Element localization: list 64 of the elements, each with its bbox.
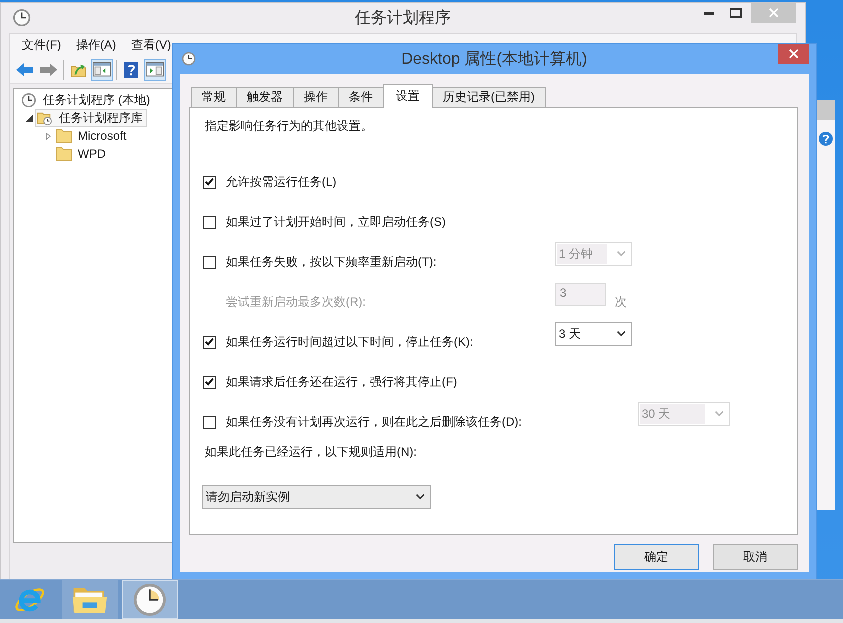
field-label: 尝试重新启动最多次数(R): <box>226 294 367 310</box>
maximize-icon <box>730 8 742 18</box>
checkbox-label[interactable]: 允许按需运行任务(L) <box>226 174 555 190</box>
checkbox[interactable] <box>203 216 216 228</box>
tab[interactable]: 条件 <box>338 87 384 107</box>
tab[interactable]: 历史记录(已禁用) <box>432 87 546 107</box>
tree-item[interactable]: 任务计划程序库 <box>35 109 147 127</box>
unit-label: 次 <box>615 294 627 310</box>
tree-item[interactable]: Microsoft <box>54 127 131 145</box>
panel-icon <box>146 62 164 77</box>
dialog-button[interactable]: 取消 <box>713 544 798 570</box>
dropdown[interactable]: 3 天 <box>555 322 632 346</box>
checkbox-label[interactable]: 如果过了计划开始时间，立即启动任务(S) <box>226 214 555 230</box>
checkmark-icon <box>205 178 214 186</box>
checkmark-icon <box>205 338 214 346</box>
clock-icon <box>13 9 31 27</box>
tree-item[interactable]: WPD <box>54 145 110 163</box>
help-icon <box>124 62 138 78</box>
checkbox[interactable] <box>203 256 216 268</box>
dialog-button[interactable]: 确定 <box>614 544 699 570</box>
tab[interactable]: 设置 <box>383 84 433 108</box>
chevron-down-icon <box>416 494 425 500</box>
chevron-down-icon <box>715 411 724 417</box>
clock-icon <box>182 52 196 66</box>
taskbar-button[interactable] <box>122 580 178 619</box>
forward-arrow-icon <box>40 62 58 76</box>
window-title: 任务计划程序 <box>355 8 451 28</box>
checkbox-label[interactable]: 如果任务运行时间超过以下时间，停止任务(K): <box>226 334 555 350</box>
clock-icon <box>21 92 37 108</box>
checkbox[interactable] <box>203 176 216 188</box>
checkbox-label[interactable]: 如果任务没有计划再次运行，则在此之后删除该任务(D): <box>226 414 555 430</box>
toolbar-button[interactable] <box>144 58 166 80</box>
panel-icon <box>93 62 111 77</box>
menu-item[interactable]: 文件(F) <box>22 36 62 54</box>
folder-clock-icon <box>37 110 53 126</box>
checkbox-label[interactable]: 如果请求后任务还在运行，强行将其停止(F) <box>226 374 555 390</box>
checkbox-label[interactable]: 如果任务失败，按以下频率重新启动(T): <box>226 254 555 270</box>
close-icon <box>788 49 798 59</box>
clock-icon <box>132 582 168 616</box>
tab[interactable]: 触发器 <box>236 87 294 107</box>
minimize-icon <box>704 12 714 14</box>
folder-icon <box>56 146 72 162</box>
rule-label: 如果此任务已经运行，以下规则适用(N): <box>205 444 418 460</box>
toolbar-button[interactable] <box>91 58 113 80</box>
back-arrow-icon <box>16 62 34 76</box>
chevron-down-icon <box>617 331 626 337</box>
checkbox[interactable] <box>203 416 216 428</box>
taskbar-button[interactable] <box>62 580 118 619</box>
checkbox[interactable] <box>203 376 216 388</box>
chevron-down-icon <box>617 251 626 257</box>
menu-item[interactable]: 操作(A) <box>76 36 116 54</box>
description-text: 指定影响任务行为的其他设置。 <box>205 118 374 134</box>
tab[interactable]: 操作 <box>293 87 339 107</box>
tab[interactable]: 常规 <box>191 87 237 107</box>
dropdown[interactable]: 请勿启动新实例 <box>202 485 431 509</box>
tree-item[interactable]: 任务计划程序 (本地) <box>19 91 154 109</box>
checkbox[interactable] <box>203 336 216 348</box>
close-button[interactable] <box>778 44 809 64</box>
close-icon <box>768 8 778 18</box>
dialog-title: Desktop 属性(本地计算机) <box>402 50 588 70</box>
checkmark-icon <box>205 378 214 386</box>
menu-item[interactable]: 查看(V) <box>131 36 172 54</box>
collapsed-arrow-icon[interactable] <box>44 132 52 140</box>
expanded-arrow-icon[interactable] <box>26 114 32 122</box>
